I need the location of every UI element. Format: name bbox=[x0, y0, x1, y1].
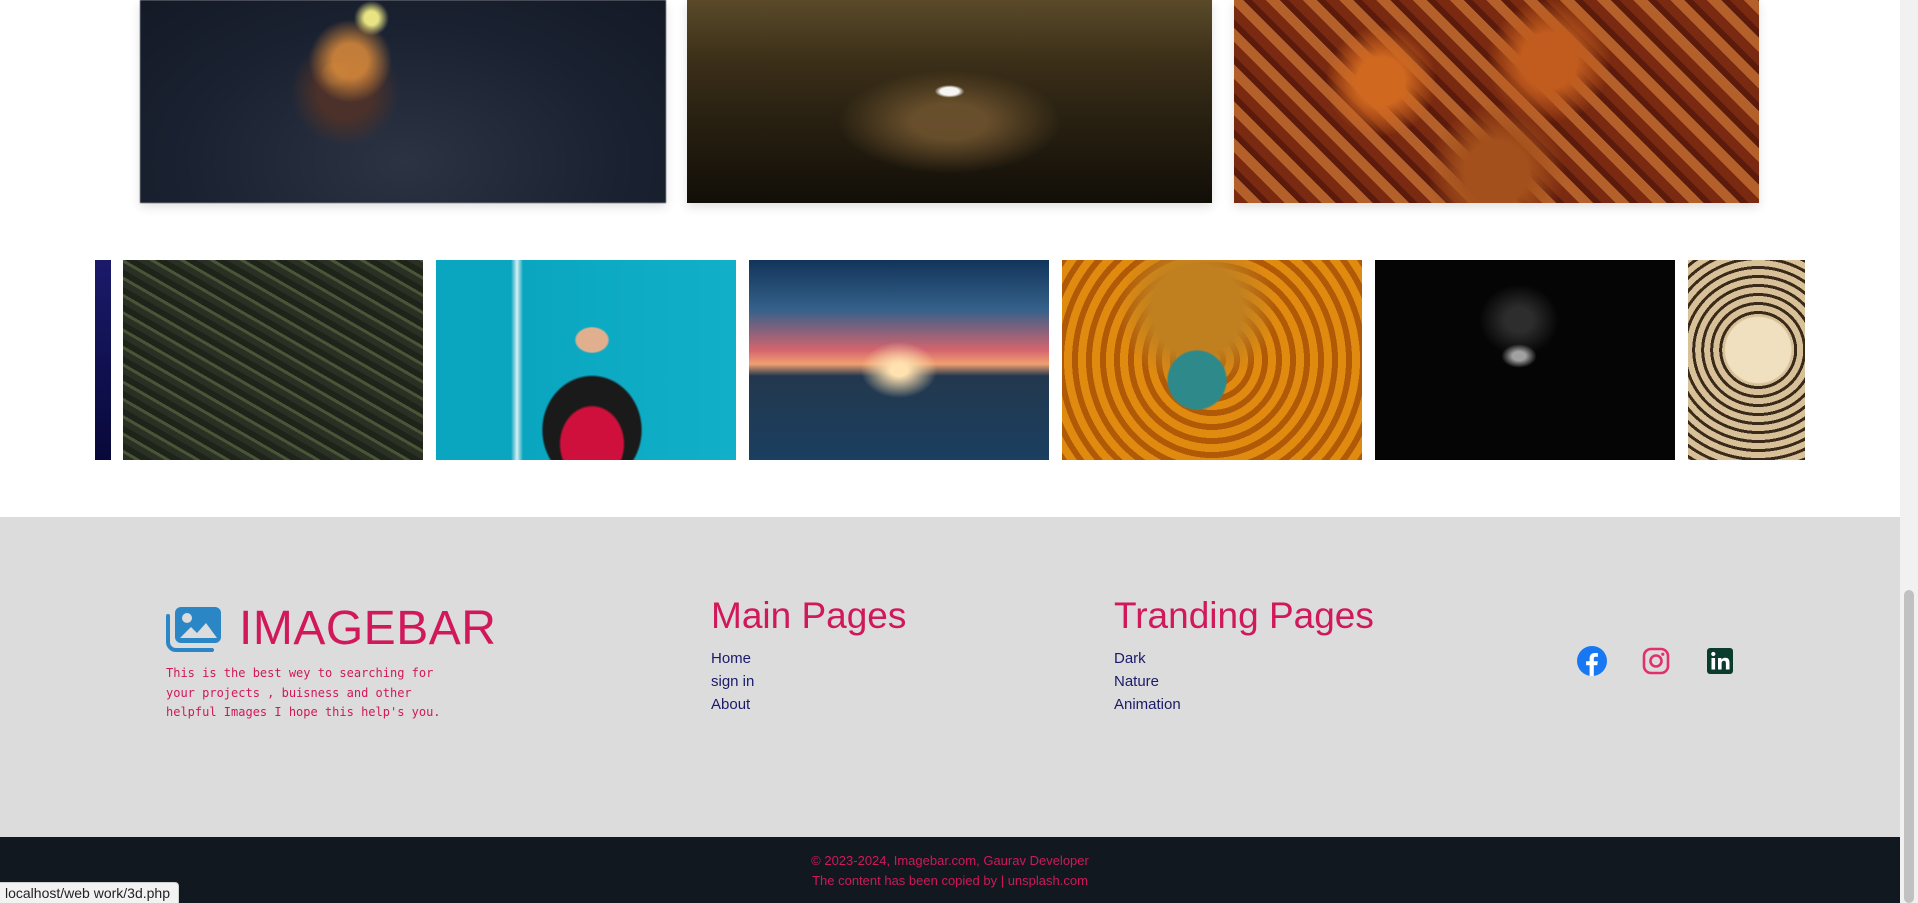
scrollbar[interactable] bbox=[1900, 0, 1918, 903]
facebook-icon[interactable] bbox=[1577, 646, 1607, 676]
link-about[interactable]: About bbox=[711, 693, 906, 716]
image-carousel bbox=[95, 259, 1805, 461]
main-pages-title: Main Pages bbox=[711, 595, 907, 636]
copyright-bar: © 2023-2024, Imagebar.com, Gaurav Develo… bbox=[0, 837, 1900, 903]
instagram-icon[interactable] bbox=[1641, 646, 1671, 676]
carousel-image[interactable] bbox=[436, 260, 736, 460]
link-nature[interactable]: Nature bbox=[1114, 670, 1374, 693]
link-home[interactable]: Home bbox=[711, 647, 906, 670]
copyright-text: © 2023-2024, Imagebar.com, Gaurav Develo… bbox=[811, 853, 1089, 868]
link-animation[interactable]: Animation bbox=[1114, 693, 1374, 716]
brand[interactable]: IMAGEBAR bbox=[166, 601, 496, 656]
carousel-image[interactable] bbox=[1062, 260, 1362, 460]
gallery-image[interactable] bbox=[1234, 0, 1759, 203]
trending-pages-section: Tranding Pages Dark Nature Animation bbox=[1114, 595, 1374, 716]
main-pages-section: Main Pages Home sign in About bbox=[711, 595, 906, 716]
carousel-image[interactable] bbox=[1375, 260, 1675, 460]
gallery-image[interactable] bbox=[140, 0, 666, 203]
trending-pages-title: Tranding Pages bbox=[1114, 595, 1374, 636]
link-dark[interactable]: Dark bbox=[1114, 647, 1374, 670]
carousel-image[interactable] bbox=[1688, 260, 1805, 460]
brand-title: IMAGEBAR bbox=[239, 602, 497, 655]
scrollbar-thumb[interactable] bbox=[1904, 590, 1914, 903]
images-icon bbox=[166, 606, 221, 652]
brand-description: This is the best wey to searching for yo… bbox=[166, 666, 441, 719]
carousel-image[interactable] bbox=[749, 260, 1049, 460]
linkedin-icon[interactable] bbox=[1705, 646, 1735, 676]
carousel-image[interactable] bbox=[123, 260, 423, 460]
link-sign-in[interactable]: sign in bbox=[711, 670, 906, 693]
footer: IMAGEBAR This is the best wey to searchi… bbox=[0, 517, 1900, 837]
social-links bbox=[1577, 646, 1735, 676]
top-image-grid bbox=[0, 0, 1900, 240]
gallery-image[interactable] bbox=[687, 0, 1212, 203]
credit-text: The content has been copied by | unsplas… bbox=[812, 873, 1088, 888]
carousel-image[interactable] bbox=[95, 260, 111, 460]
status-bar-url: localhost/web work/3d.php bbox=[0, 882, 179, 903]
